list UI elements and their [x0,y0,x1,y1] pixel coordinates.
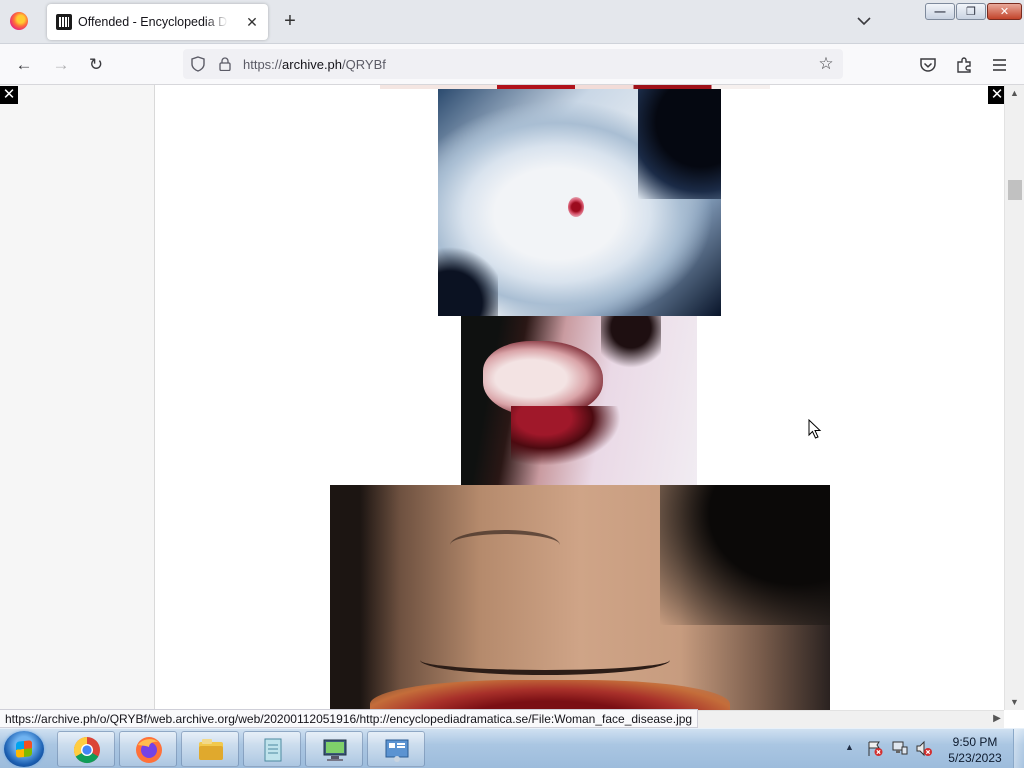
url-host: archive.ph [282,57,343,72]
tracking-protection-shield-icon[interactable] [191,56,205,72]
minimize-icon: — [934,6,946,18]
lock-icon[interactable] [219,57,231,71]
scroll-right-icon[interactable]: ▶ [990,712,1004,726]
taskbar-control-panel[interactable] [367,731,425,767]
left-sidebar-pane [0,85,155,728]
hamburger-menu-icon[interactable] [991,57,1008,73]
minimize-button[interactable]: — [925,3,955,20]
windows-logo-icon [16,740,32,758]
tab-title: Offended - Encyclopedia Dramatica [78,15,228,29]
chrome-icon [73,736,100,764]
firefox-icon [136,737,162,763]
image-shadow-region [638,89,721,199]
close-icon: ✕ [999,6,1010,18]
scroll-up-icon[interactable]: ▲ [1005,86,1024,100]
taskbar-remote-desktop[interactable] [305,731,363,767]
image-blood-region [511,406,621,466]
windows-taskbar: ▲ 9:50 PM 5/23/2023 [0,728,1024,768]
new-tab-button[interactable]: + [281,11,299,31]
tab-strip: Offended - Encyclopedia Dramatica ✕ + — … [0,0,1024,44]
close-window-button[interactable]: ✕ [987,3,1022,20]
show-hidden-icons-button[interactable]: ▲ [845,742,854,752]
archive-favicon-icon [56,14,72,30]
image-woman-face-disease[interactable] [330,485,830,728]
list-all-tabs-icon[interactable] [854,13,874,29]
url-path: /QRYBf [342,57,386,72]
url-text[interactable]: https://archive.ph/QRYBf [243,57,386,72]
extensions-puzzle-icon[interactable] [955,56,973,74]
action-center-flag-icon[interactable] [866,740,884,757]
tab-close-icon[interactable]: ✕ [243,13,261,31]
start-button[interactable] [4,731,44,767]
volume-muted-icon[interactable] [915,740,933,757]
show-desktop-button[interactable] [1013,729,1024,768]
reload-button[interactable]: ↻ [85,54,107,76]
overlay-close-left-icon[interactable]: ✕ [0,86,18,104]
scrollbar-thumb[interactable] [1008,180,1022,200]
taskbar-notepad[interactable] [243,731,301,767]
taskbar-firefox[interactable] [119,731,177,767]
url-bar[interactable]: https://archive.ph/QRYBf ☆ [183,49,843,79]
vertical-scrollbar[interactable]: ▲ ▼ [1004,85,1024,710]
bookmark-star-icon[interactable]: ☆ [817,55,835,73]
navigation-toolbar: ← → ↻ https://archive.ph/QRYBf ☆ [0,44,1024,85]
page-content: ✕ ✕ ▲ ▼ ▶ https://archive.ph/o/QRYBf/web… [0,85,1024,728]
system-clock[interactable]: 9:50 PM 5/23/2023 [940,734,1010,766]
url-scheme: https:// [243,57,283,72]
notepad-icon [264,738,282,762]
image-wound-mark [568,197,584,217]
restore-icon: ❐ [966,6,976,18]
image-eyebrow [450,530,560,560]
back-button[interactable]: ← [13,54,35,76]
clock-time: 9:50 PM [952,735,998,749]
network-icon[interactable] [891,740,909,757]
status-link-url: https://archive.ph/o/QRYBf/web.archive.o… [0,709,699,728]
image-shadow-region [438,239,498,316]
remote-desktop-icon [323,739,347,761]
image-face-region [483,341,603,416]
image-injured-face[interactable] [461,316,697,485]
taskbar-chrome[interactable] [57,731,115,767]
restore-button[interactable]: ❐ [956,3,986,20]
scroll-down-icon[interactable]: ▼ [1005,695,1024,709]
control-panel-icon [385,739,409,762]
pocket-icon[interactable] [919,56,937,74]
firefox-logo-icon[interactable] [10,12,28,30]
image-eyelid [420,645,670,675]
tab-offended[interactable]: Offended - Encyclopedia Dramatica ✕ [47,4,268,40]
image-hair-region [601,316,661,376]
mouse-cursor-icon [808,419,822,439]
taskbar-file-explorer[interactable] [181,731,239,767]
file-explorer-icon [199,739,223,760]
forward-button[interactable]: → [50,54,72,76]
image-hair-region [660,485,830,625]
clock-date: 5/23/2023 [948,751,1002,765]
image-bruised-skin[interactable] [438,89,721,316]
